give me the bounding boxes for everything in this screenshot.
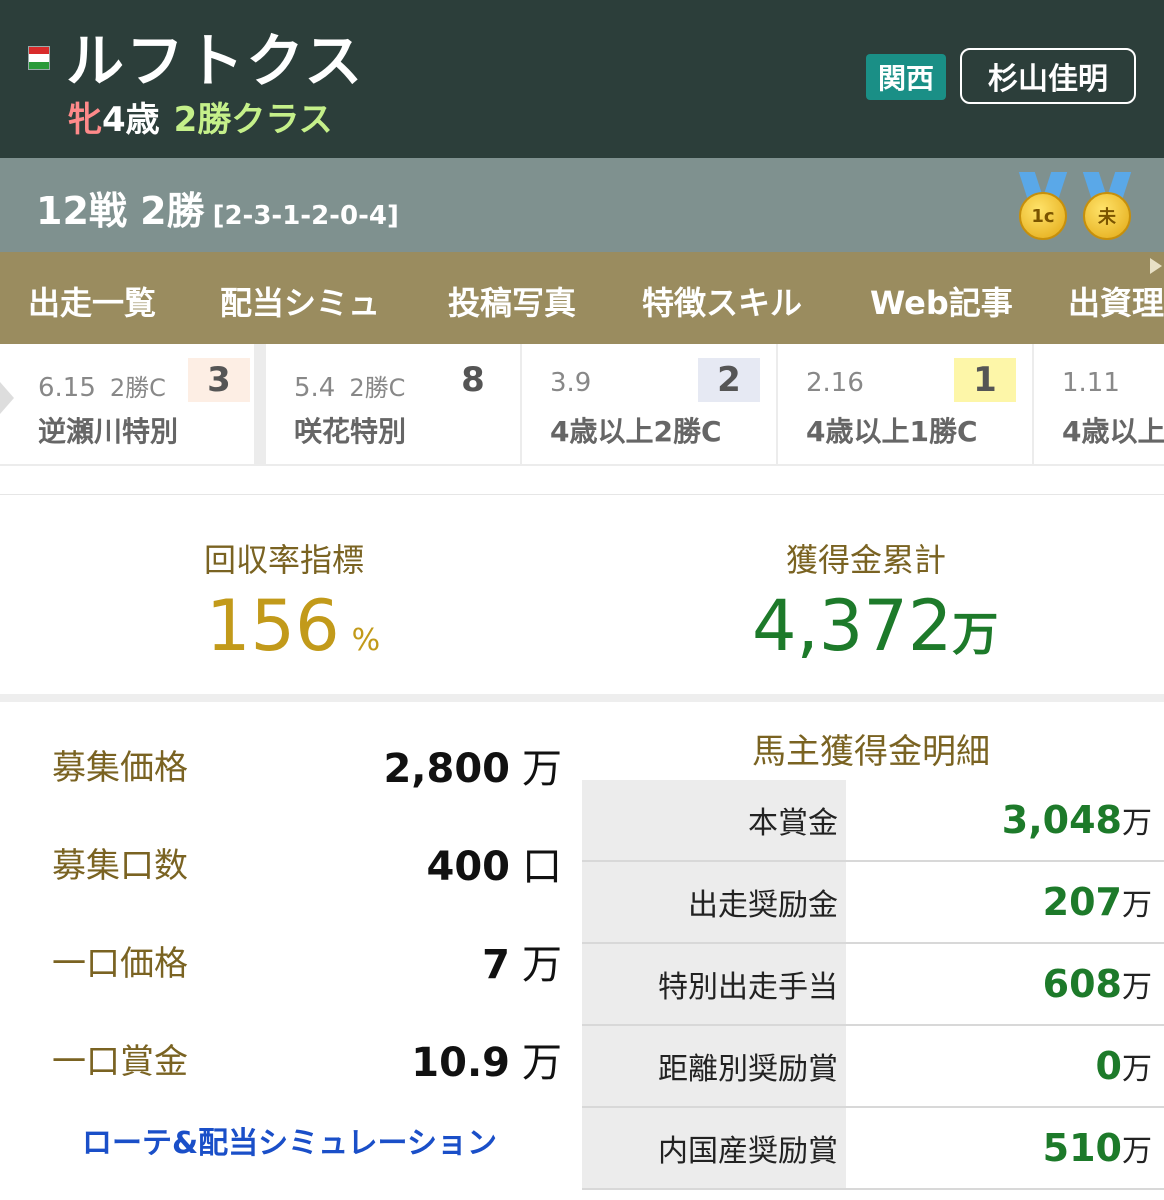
horse-header: ルフトクス 牝4歳 2勝クラス 関西 杉山佳明 (0, 0, 1164, 158)
race-rank: 3 (188, 358, 250, 402)
table-row: 出走奨励金 207万 (582, 862, 1164, 944)
fund-row: 一口賞金 10.9 万 (52, 1026, 562, 1086)
prize-table: 本賞金 3,048万 出走奨励金 207万 特別出走手当 608万 距離別奨励賞… (582, 780, 1164, 1190)
record-summary: 12戦 2勝 (36, 189, 205, 233)
race-date: 1.11 (1062, 368, 1120, 398)
prize-value: 3,048万 (1001, 798, 1152, 842)
tab-investment[interactable]: 出資理 (1068, 278, 1164, 324)
fund-label: 一口賞金 (52, 1042, 188, 1082)
fund-row: 募集価格 2,800 万 (52, 732, 562, 792)
tab-dividend-sim[interactable]: 配当シミュ (220, 278, 380, 324)
simulation-link[interactable]: ローテ&配当シミュレーション (82, 1118, 497, 1162)
prize-title: 馬主獲得金明細 (752, 732, 990, 772)
horse-class: 2勝クラス (173, 100, 333, 140)
fund-value: 10.9 万 (411, 1040, 562, 1086)
race-class: 2勝C (349, 374, 406, 402)
race-name: 4歳以上 (1062, 415, 1164, 448)
fund-label: 募集口数 (52, 846, 188, 886)
table-row: 本賞金 3,048万 (582, 780, 1164, 862)
divider (0, 694, 1164, 702)
race-name: 咲花特別 (294, 415, 407, 448)
tab-bar: 出走一覧 配当シミュ 投稿写真 特徴スキル Web記事 出資理 (0, 252, 1164, 344)
fund-label: 一口価格 (52, 944, 188, 984)
race-date: 6.15 (38, 373, 96, 403)
prize-label: 距離別奨励賞 (582, 1026, 846, 1106)
flag-icon (28, 46, 50, 70)
race-card[interactable]: 5.4 2勝C 8 咲花特別 (266, 344, 520, 464)
race-date: 5.4 (294, 373, 336, 403)
earnings-label: 獲得金累計 (786, 541, 947, 579)
race-card[interactable]: 2.16 1 4歳以上1勝C (778, 344, 1032, 464)
record-bar: 12戦 2勝 [2-3-1-2-0-4] (0, 158, 1164, 252)
race-card[interactable]: 3.9 2 4歳以上2勝C (522, 344, 776, 464)
fund-row: 一口価格 7万 (52, 928, 562, 988)
trainer-button[interactable]: 杉山佳明 (960, 48, 1136, 104)
horse-name: ルフトクス (66, 27, 365, 95)
fund-label: 募集価格 (52, 748, 188, 788)
race-date: 3.9 (550, 368, 592, 398)
tab-skills[interactable]: 特徴スキル (642, 278, 802, 324)
medal-label: 1c (1019, 192, 1067, 240)
return-rate-label: 回収率指標 (204, 541, 365, 579)
prize-label: 出走奨励金 (582, 862, 846, 942)
scroll-left-icon[interactable] (0, 382, 14, 414)
race-card[interactable]: 1.11 4歳以上 (1034, 344, 1164, 464)
fund-value: 400 口 (426, 844, 563, 890)
prize-label: 内国産奨励賞 (582, 1108, 846, 1188)
prize-label: 本賞金 (582, 780, 846, 860)
table-row: 距離別奨励賞 0万 (582, 1026, 1164, 1108)
fund-value: 7万 (482, 942, 562, 988)
earnings-value: 4,372万 (752, 585, 999, 667)
tab-photos[interactable]: 投稿写真 (448, 278, 576, 324)
prize-value: 510万 (1042, 1126, 1152, 1170)
tab-web-articles[interactable]: Web記事 (870, 278, 1013, 324)
prize-value: 608万 (1042, 962, 1152, 1006)
race-name: 4歳以上2勝C (550, 415, 722, 448)
return-rate-value: 156% (206, 585, 381, 667)
fund-value: 2,800 万 (383, 746, 562, 792)
race-record: 12戦 2勝 [2-3-1-2-0-4] (36, 180, 399, 235)
prize-value: 207万 (1042, 880, 1152, 924)
prize-label: 特別出走手当 (582, 944, 846, 1024)
medal-icon[interactable]: 1c (1016, 172, 1070, 242)
medal-label: 未 (1083, 192, 1131, 240)
race-card[interactable]: 6.15 2勝C 3 逆瀬川特別 (0, 344, 254, 464)
race-rank: 1 (954, 358, 1016, 402)
scroll-right-icon[interactable] (1150, 258, 1162, 274)
race-date: 2.16 (806, 368, 864, 398)
race-class: 2勝C (109, 374, 166, 402)
table-row: 内国産奨励賞 510万 (582, 1108, 1164, 1190)
race-name: 4歳以上1勝C (806, 415, 978, 448)
region-badge: 関西 (866, 54, 946, 100)
race-rank: 2 (698, 358, 760, 402)
table-row: 特別出走手当 608万 (582, 944, 1164, 1026)
fund-row: 募集口数 400 口 (52, 830, 562, 890)
race-rank: 8 (442, 358, 504, 402)
medal-icon[interactable]: 未 (1080, 172, 1134, 242)
horse-age: 4歳 (102, 100, 160, 140)
prize-value: 0万 (1095, 1044, 1152, 1088)
horse-sex: 牝 (68, 100, 102, 140)
stats-panel: 回収率指標 156% 獲得金累計 4,372万 (0, 494, 1164, 694)
tab-race-list[interactable]: 出走一覧 (28, 278, 156, 324)
horse-profile: 牝4歳 2勝クラス (68, 92, 333, 141)
race-name: 逆瀬川特別 (38, 415, 179, 448)
race-history-list: 6.15 2勝C 3 逆瀬川特別 5.4 2勝C 8 咲花特別 3.9 2 4歳以上… (0, 344, 1164, 466)
record-detail: [2-3-1-2-0-4] (212, 201, 399, 231)
